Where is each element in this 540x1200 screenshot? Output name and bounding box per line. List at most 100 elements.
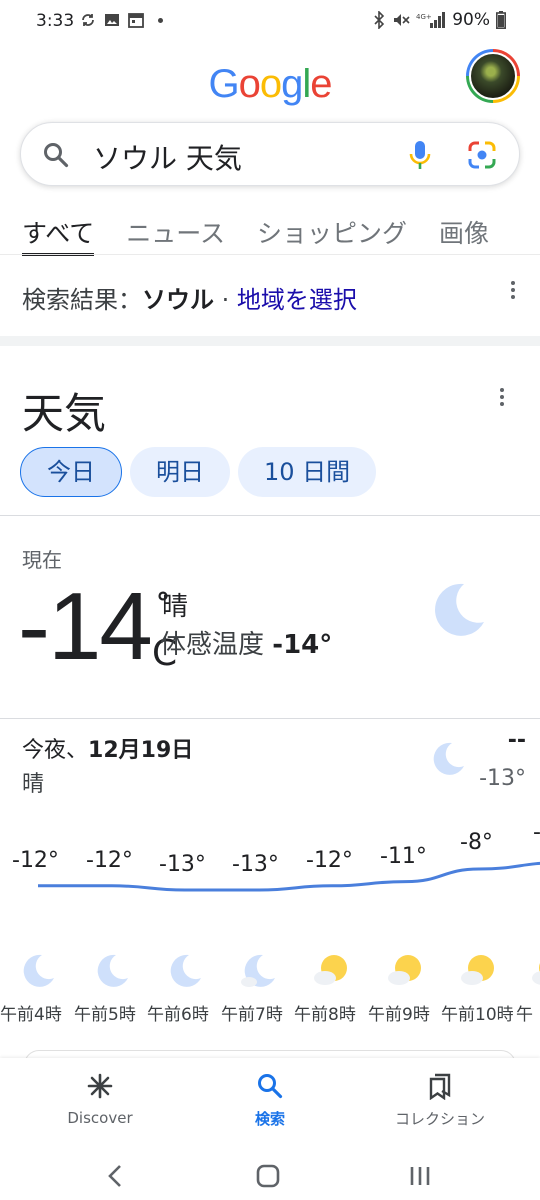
search-input[interactable]: ソウル 天気 bbox=[93, 137, 242, 177]
hourly-temp-label: - bbox=[533, 820, 540, 845]
nav-label: 検索 bbox=[254, 1110, 285, 1128]
signal-icon: 4G+ bbox=[416, 12, 446, 28]
back-icon[interactable] bbox=[96, 1156, 136, 1196]
battery-icon bbox=[496, 11, 506, 29]
tab-images[interactable]: 画像 bbox=[439, 214, 489, 250]
nav-discover[interactable]: Discover bbox=[10, 1072, 190, 1127]
choose-region-link[interactable]: 地域を選択 bbox=[237, 286, 357, 314]
tonight-date: 12月19日 bbox=[88, 738, 194, 763]
microphone-icon[interactable] bbox=[405, 139, 435, 171]
nav-search[interactable]: 検索 bbox=[180, 1072, 360, 1129]
nav-collections[interactable]: コレクション bbox=[350, 1072, 530, 1129]
hourly-time-label: 午前5時 bbox=[74, 1005, 136, 1025]
hourly-temp-label: -11° bbox=[380, 844, 427, 869]
nav-label: Discover bbox=[67, 1109, 133, 1127]
asterisk-icon bbox=[87, 1073, 113, 1099]
hourly-time-label: 午前10時 bbox=[441, 1005, 514, 1025]
divider bbox=[0, 718, 540, 719]
account-avatar[interactable] bbox=[466, 49, 520, 103]
collections-icon bbox=[429, 1073, 451, 1100]
avatar-image bbox=[469, 52, 517, 100]
hourly-temp-label: -13° bbox=[232, 852, 279, 877]
status-notification-icons bbox=[80, 12, 163, 28]
current-condition: 晴 bbox=[162, 592, 189, 622]
results-separator: · bbox=[214, 286, 237, 314]
hourly-temp-label: -13° bbox=[159, 852, 206, 877]
hourly-temp-label: -12° bbox=[86, 848, 133, 873]
svg-text:4G+: 4G+ bbox=[416, 13, 432, 21]
status-bar: 3:33 4G+ 90% bbox=[0, 0, 540, 44]
hourly-temp-label: -12° bbox=[306, 848, 353, 873]
mute-icon bbox=[394, 14, 410, 26]
logo-letter: l bbox=[302, 62, 311, 106]
status-time: 3:33 bbox=[36, 11, 75, 31]
logo-letter: o bbox=[238, 62, 261, 106]
moon-icon bbox=[433, 742, 464, 775]
google-logo[interactable]: Google bbox=[0, 62, 540, 107]
hourly-time-label: 午前4時 bbox=[0, 1005, 62, 1025]
recents-icon[interactable] bbox=[400, 1156, 440, 1196]
hourly-time-label: 午前8時 bbox=[294, 1005, 356, 1025]
moon-icon bbox=[23, 954, 54, 987]
sync-icon bbox=[82, 14, 94, 26]
search-icon bbox=[44, 143, 69, 168]
moon-cloud-icon bbox=[241, 954, 275, 987]
search-bar[interactable]: ソウル 天気 bbox=[20, 122, 520, 186]
search-icon bbox=[258, 1074, 283, 1099]
sun-cloud-icon bbox=[314, 955, 347, 985]
moon-icon bbox=[97, 954, 128, 987]
logo-letter: G bbox=[208, 62, 239, 106]
tonight-condition: 晴 bbox=[22, 772, 45, 797]
logo-letter: o bbox=[259, 62, 282, 106]
bottom-navigation: Discover 検索 コレクション bbox=[0, 1058, 540, 1148]
results-location-text: 検索結果：ソウル · 地域を選択 bbox=[22, 280, 357, 315]
high-temperature: -- bbox=[507, 728, 526, 753]
results-prefix: 検索結果： bbox=[22, 286, 142, 314]
results-more-icon[interactable] bbox=[510, 281, 516, 303]
hourly-time-label: 午 bbox=[516, 1005, 533, 1025]
system-navigation-bar bbox=[0, 1148, 540, 1200]
hourly-temp-label: -12° bbox=[12, 848, 59, 873]
home-icon[interactable] bbox=[248, 1156, 288, 1196]
tab-all[interactable]: すべて bbox=[22, 214, 95, 256]
results-location-bar: 検索結果：ソウル · 地域を選択 bbox=[0, 254, 540, 336]
sun-cloud-icon bbox=[388, 955, 421, 985]
weather-more-icon[interactable] bbox=[499, 388, 505, 410]
image-icon bbox=[105, 14, 119, 26]
feels-like-value: -14° bbox=[272, 630, 333, 660]
hourly-temperature-chart: -12° -12° -13° -13° -12° -11° -8° - bbox=[0, 818, 540, 918]
tonight-heading: 今夜、12月19日 bbox=[22, 732, 193, 764]
logo-letter: g bbox=[281, 62, 303, 106]
section-separator bbox=[0, 336, 540, 346]
bluetooth-icon bbox=[374, 11, 385, 29]
hourly-time-label: 午前7時 bbox=[221, 1005, 283, 1025]
tab-shopping[interactable]: ショッピング bbox=[257, 214, 407, 250]
chip-10-day[interactable]: 10 日間 bbox=[238, 447, 377, 497]
divider bbox=[0, 515, 540, 516]
moon-icon bbox=[435, 583, 484, 636]
sun-cloud-icon bbox=[461, 955, 494, 985]
nav-label: コレクション bbox=[394, 1110, 485, 1128]
google-search-page: 3:33 4G+ 90% Google ソウル 天気 すべて ニュース ショッピ… bbox=[0, 0, 540, 1200]
chip-today[interactable]: 今日 bbox=[20, 447, 122, 497]
logo-letter: e bbox=[310, 62, 332, 106]
battery-percentage: 90% bbox=[452, 10, 490, 30]
moon-icon bbox=[170, 954, 201, 987]
hourly-time-label: 午前9時 bbox=[368, 1005, 430, 1025]
sun-cloud-icon bbox=[532, 963, 540, 985]
chip-tomorrow[interactable]: 明日 bbox=[130, 447, 230, 497]
hourly-time-label: 午前6時 bbox=[147, 1005, 209, 1025]
weather-range-chips: 今日 明日 10 日間 bbox=[20, 447, 377, 497]
feels-like-label: 体感温度 bbox=[160, 630, 265, 660]
google-lens-icon[interactable] bbox=[467, 140, 497, 170]
search-tabs: すべて ニュース ショッピング 画像 bbox=[22, 214, 521, 256]
calendar-icon bbox=[128, 13, 144, 28]
tab-news[interactable]: ニュース bbox=[126, 214, 225, 250]
feels-like: 体感温度 -14° bbox=[160, 624, 332, 661]
current-temperature: -14 bbox=[18, 573, 153, 680]
low-temperature: -13° bbox=[479, 766, 526, 791]
hourly-temp-label: -8° bbox=[460, 830, 493, 855]
results-location: ソウル bbox=[142, 286, 214, 314]
weather-title: 天気 bbox=[22, 389, 107, 438]
status-system-icons: 4G+ 90% bbox=[372, 10, 506, 30]
